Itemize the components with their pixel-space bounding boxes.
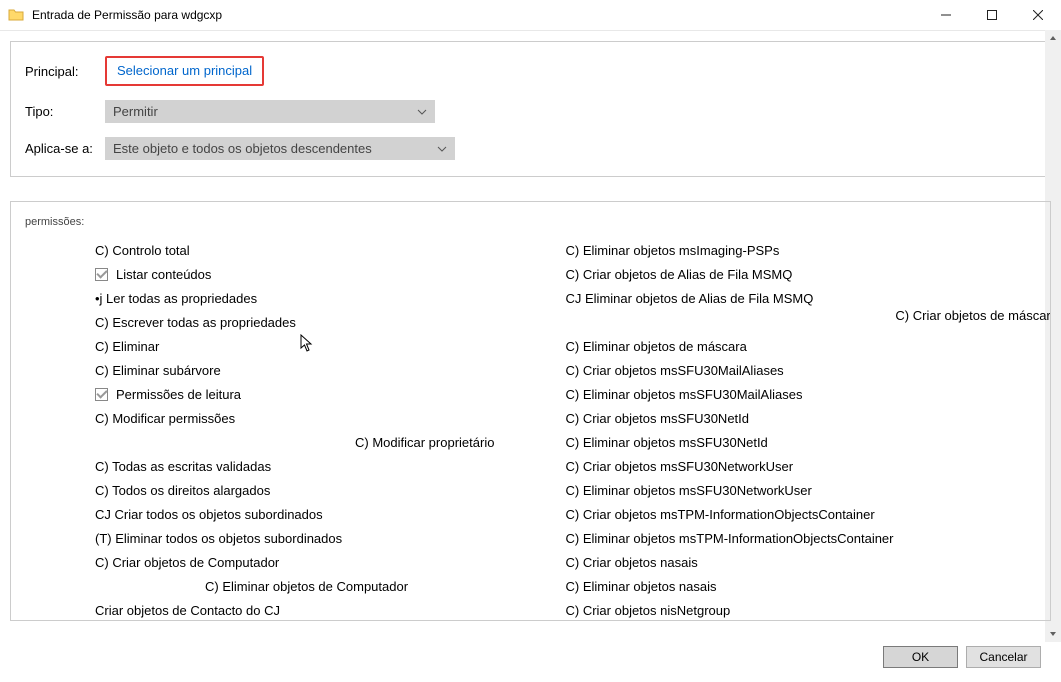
permission-item[interactable]: C) Escrever todas as propriedades [95, 310, 566, 334]
permission-label: C) Eliminar objetos msSFU30NetId [566, 435, 768, 450]
permission-label: C) Escrever todas as propriedades [95, 315, 296, 330]
permission-item[interactable]: C) Criar objetos nasais [566, 550, 1037, 574]
permission-label: C) Todas as escritas validadas [95, 459, 271, 474]
permission-item[interactable]: C) Todos os direitos alargados [95, 478, 566, 502]
permission-item[interactable]: C) Eliminar [95, 334, 566, 358]
type-label: Tipo: [25, 104, 105, 119]
permission-label: C) Criar objetos nasais [566, 555, 698, 570]
permission-item[interactable]: C) Criar objetos msSFU30MailAliases [566, 358, 1037, 382]
permission-label: C) Eliminar subárvore [95, 363, 221, 378]
permission-label: C) Todos os direitos alargados [95, 483, 270, 498]
type-value: Permitir [113, 104, 158, 119]
permission-label: (T) Eliminar todos os objetos subordinad… [95, 531, 342, 546]
permission-label: C) Eliminar [95, 339, 159, 354]
permission-label: C) Eliminar objetos msSFU30MailAliases [566, 387, 803, 402]
permission-label: C) Criar objetos de Alias de Fila MSMQ [566, 267, 793, 282]
permission-item[interactable]: C) Eliminar objetos de Computador [205, 574, 566, 598]
permission-label: C) Criar objetos msTPM-InformationObject… [566, 507, 875, 522]
minimize-button[interactable] [923, 0, 969, 30]
permission-item[interactable]: CJ Criar todos os objetos subordinados [95, 502, 566, 526]
permission-item[interactable]: C) Criar objetos msSFU30NetId [566, 406, 1037, 430]
permission-label: C) Criar objetos de Computador [95, 555, 279, 570]
permissions-overflow-item[interactable]: C) Criar objetos de máscara [895, 308, 1051, 323]
permissions-heading: permissões: [25, 216, 1036, 228]
principal-select-highlight: Selecionar um principal [105, 56, 264, 86]
permission-item[interactable]: Criar objetos de Contacto do CJ [95, 598, 566, 621]
permission-label: Listar conteúdos [116, 267, 211, 282]
ok-button[interactable]: OK [883, 646, 958, 668]
window-controls [923, 0, 1061, 30]
permission-label: C) Eliminar objetos msSFU30NetworkUser [566, 483, 812, 498]
permission-item[interactable]: C) Eliminar objetos msImaging-PSPs [566, 238, 1037, 262]
permission-label: CJ Criar todos os objetos subordinados [95, 507, 323, 522]
principal-label: Principal: [25, 64, 105, 79]
applies-row: Aplica-se a: Este objeto e todos os obje… [25, 137, 1036, 160]
permission-item[interactable]: C) Modificar proprietário [355, 430, 566, 454]
permission-item[interactable]: CJ Eliminar objetos de Alias de Fila MSM… [566, 286, 1037, 310]
permission-item[interactable]: (T) Eliminar todos os objetos subordinad… [95, 526, 566, 550]
maximize-button[interactable] [969, 0, 1015, 30]
permission-item[interactable]: C) Eliminar objetos msTPM-InformationObj… [566, 526, 1037, 550]
permission-item[interactable]: C) Eliminar objetos msSFU30NetworkUser [566, 478, 1037, 502]
applies-label: Aplica-se a: [25, 141, 105, 156]
permission-item[interactable]: C) Eliminar objetos de máscara [566, 334, 1037, 358]
permission-label: C) Eliminar objetos nasais [566, 579, 717, 594]
permissions-panel: permissões: C) Controlo total Listar cont… [10, 201, 1051, 621]
permissions-column-left: C) Controlo total Listar conteúdos •j Ler … [95, 238, 566, 621]
permission-label: C) Criar objetos msSFU30MailAliases [566, 363, 784, 378]
permission-item[interactable]: C) Eliminar objetos nasais [566, 574, 1037, 598]
dialog-button-bar: OK Cancelar [883, 646, 1041, 668]
permission-label: Criar objetos de Contacto do CJ [95, 603, 280, 618]
applies-value: Este objeto e todos os objetos descenden… [113, 141, 372, 156]
select-principal-link[interactable]: Selecionar um principal [117, 63, 252, 78]
permission-item[interactable]: C) Eliminar subárvore [95, 358, 566, 382]
close-button[interactable] [1015, 0, 1061, 30]
permission-item[interactable]: Listar conteúdos [95, 262, 566, 286]
permission-label: C) Criar objetos msSFU30NetId [566, 411, 750, 426]
principal-row: Principal: Selecionar um principal [25, 56, 1036, 86]
permission-item[interactable]: C) Modificar permissões [95, 406, 566, 430]
permission-label: C) Modificar permissões [95, 411, 235, 426]
principal-panel: Principal: Selecionar um principal Tipo:… [10, 41, 1051, 177]
permission-label: C) Criar objetos msSFU30NetworkUser [566, 459, 794, 474]
scroll-down-icon[interactable] [1045, 626, 1061, 642]
permission-item[interactable]: C) Criar objetos de Alias de Fila MSMQ [566, 262, 1037, 286]
type-select[interactable]: Permitir [105, 100, 435, 123]
checkbox-icon[interactable] [95, 388, 108, 401]
folder-icon [8, 7, 24, 23]
cancel-button[interactable]: Cancelar [966, 646, 1041, 668]
permission-label: C) Controlo total [95, 243, 190, 258]
scroll-up-icon[interactable] [1045, 30, 1061, 46]
permission-item[interactable]: C) Criar objetos nisNetgroup [566, 598, 1037, 621]
permission-label: CJ Eliminar objetos de Alias de Fila MSM… [566, 291, 814, 306]
permission-item[interactable]: C) Criar objetos msSFU30NetworkUser [566, 454, 1037, 478]
permission-label: C) Eliminar objetos de máscara [566, 339, 747, 354]
window-title: Entrada de Permissão para wdgcxp [32, 8, 222, 22]
permission-label: Permissões de leitura [116, 387, 241, 402]
permission-label: C) Eliminar objetos msImaging-PSPs [566, 243, 780, 258]
permission-item[interactable]: C) Eliminar objetos msSFU30NetId [566, 430, 1037, 454]
permission-item[interactable]: C) Controlo total [95, 238, 566, 262]
applies-select[interactable]: Este objeto e todos os objetos descenden… [105, 137, 455, 160]
permission-item[interactable]: C) Criar objetos de Computador [95, 550, 566, 574]
chevron-down-icon [417, 107, 427, 117]
permission-label: C) Eliminar objetos de Computador [205, 579, 408, 594]
permission-item[interactable]: C) Criar objetos msTPM-InformationObject… [566, 502, 1037, 526]
type-row: Tipo: Permitir [25, 100, 1036, 123]
checkbox-icon[interactable] [95, 268, 108, 281]
chevron-down-icon [437, 144, 447, 154]
permission-item[interactable]: Permissões de leitura [95, 382, 566, 406]
permission-item[interactable]: C) Todas as escritas validadas [95, 454, 566, 478]
permission-label: C) Eliminar objetos msTPM-InformationObj… [566, 531, 894, 546]
permission-label: C) Modificar proprietário [355, 435, 494, 450]
permission-label: •j Ler todas as propriedades [95, 291, 257, 306]
permissions-column-right: C) Eliminar objetos msImaging-PSPs C) Cri… [566, 238, 1037, 621]
permission-item[interactable]: C) Eliminar objetos msSFU30MailAliases [566, 382, 1037, 406]
permission-label: C) Criar objetos nisNetgroup [566, 603, 731, 618]
permission-item[interactable]: •j Ler todas as propriedades [95, 286, 566, 310]
titlebar: Entrada de Permissão para wdgcxp [0, 0, 1061, 30]
